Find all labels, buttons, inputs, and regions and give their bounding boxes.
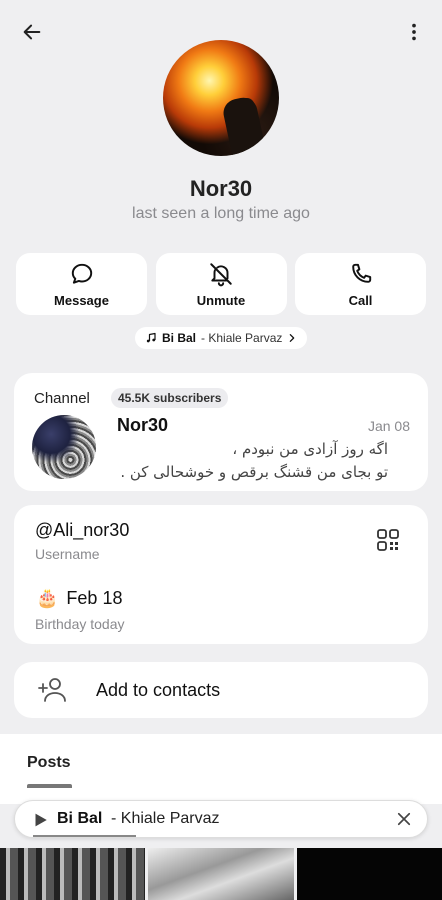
birthday-row: 🎂 Feb 18 (36, 588, 122, 609)
chevron-right-icon (290, 334, 295, 342)
message-label: Message (54, 292, 109, 308)
subscriber-count-badge: 45.5K subscribers (111, 388, 229, 408)
message-button[interactable]: Message (16, 253, 147, 315)
channel-message-line-1: اگه روز آزادی من نبودم ، (232, 440, 388, 458)
username-caption: Username (35, 546, 100, 562)
info-card: @Ali_nor30 Username 🎂 Feb 18 Birthday to… (14, 505, 428, 644)
qr-code-icon (377, 529, 399, 551)
channel-avatar (32, 415, 96, 479)
birthday-caption: Birthday today (35, 616, 125, 632)
post-thumbnail[interactable] (148, 848, 294, 900)
player-artist: - Khiale Parvaz (111, 810, 220, 827)
channel-name: Nor30 (117, 415, 169, 435)
posts-grid (0, 848, 442, 900)
channel-post-date: Jan 08 (367, 418, 410, 434)
phone-icon (351, 263, 371, 283)
birthday-value: Feb 18 (66, 588, 123, 608)
music-note-icon (146, 332, 156, 343)
music-song: Bi Bal (162, 331, 197, 345)
channel-card[interactable]: Channel 45.5K subscribers Nor30 Jan 08 ا… (14, 373, 428, 491)
profile-avatar[interactable] (163, 40, 279, 156)
posts-tab-bar: Posts (0, 734, 442, 804)
arrow-left-icon (23, 24, 41, 40)
play-icon[interactable] (31, 811, 49, 829)
close-icon[interactable] (395, 810, 413, 828)
last-seen-status: last seen a long time ago (132, 205, 310, 222)
more-vertical-icon (412, 23, 416, 41)
profile-name: Nor30 (189, 176, 253, 201)
birthday-cake-icon: 🎂 (36, 588, 59, 608)
unmute-label: Unmute (196, 292, 246, 308)
more-options-button[interactable] (394, 12, 434, 52)
player-song: Bi Bal (57, 810, 103, 827)
add-to-contacts-button[interactable]: Add to contacts (14, 662, 428, 718)
channel-label: Channel (34, 390, 90, 407)
profile-music-chip[interactable]: Bi Bal - Khiale Parvaz (135, 327, 308, 349)
tab-posts-indicator (27, 784, 72, 788)
chat-bubble-icon (71, 263, 92, 284)
channel-message-line-2: تو بجای من قشنگ برقص و خوشحالی کن . (120, 463, 388, 481)
call-label: Call (348, 292, 373, 308)
back-button[interactable] (12, 12, 52, 52)
avatar-figure (220, 95, 268, 156)
music-artist: - Khiale Parvaz (201, 331, 283, 345)
unmute-button[interactable]: Unmute (155, 253, 287, 315)
add-user-icon (38, 678, 66, 702)
add-to-contacts-label: Add to contacts (96, 680, 221, 700)
post-thumbnail[interactable] (0, 848, 146, 900)
music-player-bar[interactable]: Bi Bal - Khiale Parvaz (14, 800, 428, 838)
post-thumbnail[interactable] (296, 848, 442, 900)
player-progress (33, 835, 136, 837)
bell-off-icon (210, 262, 232, 286)
qr-code-button[interactable] (376, 528, 400, 557)
call-button[interactable]: Call (295, 253, 426, 315)
action-buttons: Message Unmute Call (16, 253, 426, 315)
tab-posts[interactable]: Posts (27, 754, 71, 772)
channel-last-message: اگه روز آزادی من نبودم ، تو بجای من قشنگ… (88, 438, 388, 484)
username-value[interactable]: @Ali_nor30 (35, 520, 129, 541)
